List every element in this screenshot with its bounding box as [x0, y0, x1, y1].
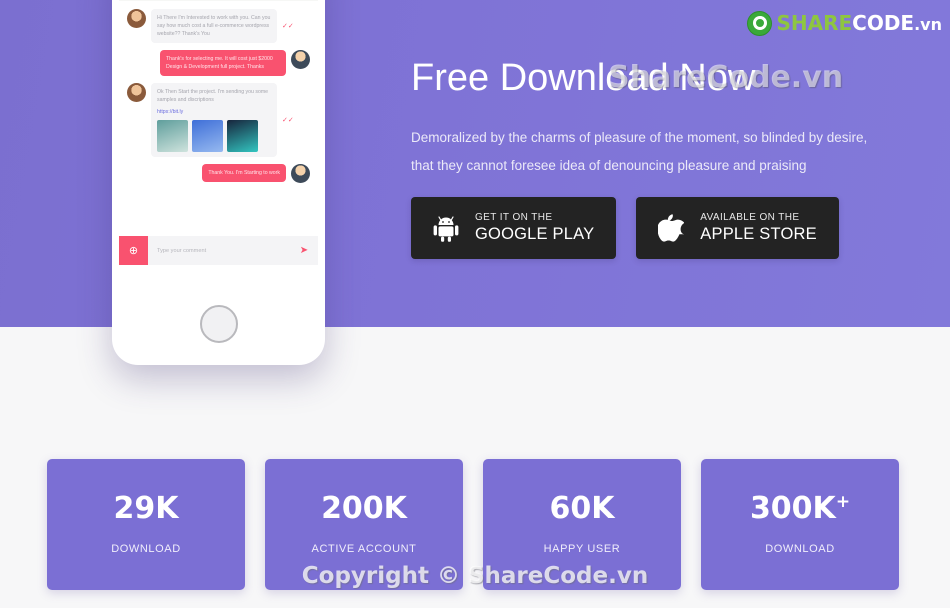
chat-message-list: Hi There I'm Interested to work with you… [119, 1, 318, 246]
chat-message: Ok Then Start the project. I'm sending y… [127, 83, 310, 157]
logo-text-share: SHARE [776, 11, 853, 35]
stat-card-active-account[interactable]: 200K ACTIVE ACCOUNT [265, 459, 463, 590]
logo-text-vn: .vn [914, 15, 942, 34]
chat-bubble-text: Hi There I'm Interested to work with you… [151, 9, 277, 43]
chat-bubble-text-with-media: Ok Then Start the project. I'm sending y… [151, 83, 277, 157]
google-play-small-label: GET IT ON THE [475, 211, 553, 223]
store-buttons: GET IT ON THE GOOGLE PLAY AVAILABLE ON T… [411, 197, 839, 259]
avatar [127, 9, 146, 28]
stat-card-happy-user[interactable]: 60K HAPPY USER [483, 459, 681, 590]
thumbnail-image[interactable] [192, 120, 223, 152]
chat-bubble-link[interactable]: https://bit.ly [157, 108, 271, 116]
read-tick-icon: ✓✓ [282, 117, 294, 124]
sharecode-logo[interactable]: SHARECODE.vn [747, 9, 942, 37]
chat-message: Thank's for selecting me. It will cost j… [127, 50, 310, 76]
apple-store-small-label: AVAILABLE ON THE [700, 211, 800, 223]
stats-row: 29K DOWNLOAD 200K ACTIVE ACCOUNT 60K HAP… [47, 459, 899, 590]
read-tick-icon: ✓✓ [282, 23, 294, 30]
chat-message: Thank You. I'm Starting to work [127, 164, 310, 183]
phone-screen: ← Jason Martinez ONLINE Hi There I'm Int… [119, 0, 318, 265]
avatar [291, 164, 310, 183]
chat-message: Hi There I'm Interested to work with you… [127, 9, 310, 43]
google-play-large-label: GOOGLE PLAY [475, 225, 595, 244]
chat-bubble-text: Thank's for selecting me. It will cost j… [160, 50, 286, 76]
avatar [291, 50, 310, 69]
chat-bubble-text: Ok Then Start the project. I'm sending y… [157, 89, 269, 103]
stat-value: 200K [321, 491, 407, 526]
stat-label: DOWNLOAD [111, 543, 181, 555]
stat-label: HAPPY USER [543, 543, 621, 555]
home-button[interactable] [199, 305, 238, 343]
stat-value: 60K [549, 491, 615, 526]
stat-label: ACTIVE ACCOUNT [311, 543, 417, 555]
plus-circle-icon[interactable]: ⊕ [119, 236, 148, 265]
apple-icon [654, 210, 688, 246]
hero-copy: Free Download Now Demoralized by the cha… [411, 55, 911, 180]
apple-store-button[interactable]: AVAILABLE ON THE APPLE STORE [636, 197, 839, 259]
hero-paragraph: Demoralized by the charms of pleasure of… [411, 130, 868, 173]
android-icon [429, 210, 463, 246]
apple-store-large-label: APPLE STORE [700, 225, 817, 244]
stat-label: DOWNLOAD [765, 543, 835, 555]
stat-card-download-plus[interactable]: 300K+ DOWNLOAD [701, 459, 899, 590]
chat-bubble-text: Thank You. I'm Starting to work [202, 164, 286, 182]
thumbnail-image[interactable] [157, 120, 188, 152]
stat-value-suffix: + [835, 492, 851, 512]
chat-input-placeholder[interactable]: Type your comment [148, 236, 290, 265]
page-root: SHARECODE.vn Free Download Now Demoraliz… [0, 0, 950, 608]
stat-value: 300K+ [749, 491, 851, 526]
stat-value: 29K [113, 491, 179, 526]
logo-text-code: CODE [852, 11, 915, 35]
recycle-circle-icon [747, 10, 773, 36]
phone-mockup: ← Jason Martinez ONLINE Hi There I'm Int… [112, 0, 325, 365]
avatar [127, 83, 146, 102]
google-play-button[interactable]: GET IT ON THE GOOGLE PLAY [411, 197, 617, 259]
thumbnail-image[interactable] [227, 120, 258, 152]
chat-thumbnails [157, 120, 271, 152]
page-title: Free Download Now [411, 57, 756, 99]
stat-card-download[interactable]: 29K DOWNLOAD [47, 459, 245, 590]
send-icon[interactable]: ➤ [290, 236, 318, 265]
chat-input-bar: ⊕ Type your comment ➤ [119, 236, 318, 265]
